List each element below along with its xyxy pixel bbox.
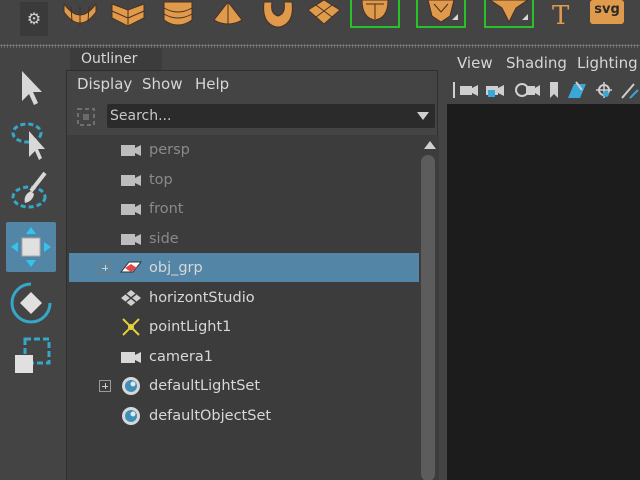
soccer-ball-icon[interactable]: [350, 0, 400, 28]
outliner-item-label: defaultLightSet: [149, 377, 261, 394]
svg-icon[interactable]: svg: [590, 0, 624, 24]
text-icon[interactable]: T: [546, 0, 576, 32]
move-tool-icon[interactable]: [6, 222, 56, 272]
mesh-icon: [121, 290, 141, 306]
menu-show[interactable]: Show: [142, 75, 182, 93]
cylinder-icon[interactable]: [158, 0, 198, 32]
outliner-item-label: top: [149, 171, 173, 188]
camera-lock-icon[interactable]: [484, 80, 512, 100]
search-dropdown-icon[interactable]: [417, 112, 429, 120]
outliner-menu-bar: Display Show Help: [67, 71, 439, 97]
scroll-thumb[interactable]: [421, 155, 435, 480]
menu-help[interactable]: Help: [195, 75, 229, 93]
cone-icon[interactable]: [208, 0, 248, 32]
svg-text:T: T: [552, 1, 570, 31]
outliner-item-defaultlightset[interactable]: defaultLightSet: [69, 371, 419, 400]
expand-icon[interactable]: [99, 262, 111, 274]
outliner-item-pointlight1[interactable]: pointLight1: [69, 312, 419, 341]
camera-icon: [121, 145, 141, 156]
tab-outliner[interactable]: Outliner: [70, 48, 162, 70]
set-icon: [122, 407, 140, 425]
camera-icon: [121, 352, 141, 363]
menu-view[interactable]: View: [457, 54, 493, 72]
image-plane-icon[interactable]: [566, 80, 590, 100]
outliner-scrollbar[interactable]: [419, 135, 439, 480]
torus-icon[interactable]: [258, 0, 298, 32]
outliner-item-label: camera1: [149, 348, 213, 365]
svg-icon-label: svg: [594, 2, 620, 17]
camera-icon: [121, 204, 141, 215]
outliner-item-label: pointLight1: [149, 318, 232, 335]
sphere-icon[interactable]: [60, 0, 100, 32]
grease-pencil-icon[interactable]: [592, 80, 616, 100]
outliner-item-obj-grp[interactable]: obj_grp: [69, 253, 419, 282]
search-box: [107, 104, 435, 128]
rotate-tool-icon[interactable]: [6, 278, 56, 328]
outliner-item-label: front: [149, 200, 184, 217]
outliner-item-persp[interactable]: persp: [69, 135, 419, 164]
point-light-icon: [122, 318, 140, 336]
camera-select-icon[interactable]: [448, 80, 482, 100]
outliner-item-label: side: [149, 230, 179, 247]
toolbox: [0, 52, 62, 480]
plane-icon[interactable]: [304, 0, 344, 32]
outliner-item-defaultobjectset[interactable]: defaultObjectSet: [69, 401, 419, 430]
lasso-tool-icon[interactable]: [6, 114, 56, 164]
paint-select-tool-icon[interactable]: [6, 166, 56, 216]
platonic-icon[interactable]: [416, 0, 466, 28]
outliner-item-label: defaultObjectSet: [149, 407, 272, 424]
outliner-item-horizontstudio[interactable]: horizontStudio: [69, 283, 419, 312]
cube-icon[interactable]: [108, 0, 148, 32]
grid-icon[interactable]: [620, 80, 640, 100]
maya-window: ⚙ T svg Outliner Display Show Help Searc…: [0, 0, 640, 480]
expand-icon[interactable]: [99, 380, 111, 392]
viewport-toolbar: [444, 78, 640, 102]
bookmark-icon[interactable]: [546, 80, 562, 100]
outliner-item-side[interactable]: side: [69, 224, 419, 253]
menu-lighting[interactable]: Lighting: [577, 54, 638, 72]
set-icon: [122, 377, 140, 395]
viewport-canvas[interactable]: [447, 104, 640, 480]
shelf: ⚙ T svg: [0, 0, 640, 40]
camera-icon: [121, 234, 141, 245]
pyramid-icon[interactable]: [484, 0, 534, 28]
viewport-panel: View Shading Lighting: [444, 48, 640, 480]
group-icon: [119, 261, 143, 273]
menu-shading[interactable]: Shading: [506, 54, 567, 72]
outliner-item-front[interactable]: front: [69, 194, 419, 223]
outliner-tree: persp top front side obj_grp horizontStu…: [67, 135, 419, 480]
camera-attributes-icon[interactable]: [514, 80, 542, 100]
outliner-item-camera1[interactable]: camera1: [69, 342, 419, 371]
outliner-panel: Display Show Help persp top front: [66, 70, 439, 480]
search-input[interactable]: [107, 104, 407, 128]
camera-icon: [121, 175, 141, 186]
select-tool-icon[interactable]: [6, 62, 56, 112]
outliner-item-label: horizontStudio: [149, 289, 255, 306]
filter-icon[interactable]: [75, 106, 97, 128]
outliner-item-label: persp: [149, 141, 190, 158]
scale-tool-icon[interactable]: [6, 332, 56, 382]
outliner-item-label: obj_grp: [149, 259, 203, 276]
scroll-up-icon[interactable]: [424, 141, 436, 149]
outliner-item-top[interactable]: top: [69, 165, 419, 194]
menu-display[interactable]: Display: [77, 75, 132, 93]
shelf-gear-icon[interactable]: ⚙: [20, 2, 48, 36]
